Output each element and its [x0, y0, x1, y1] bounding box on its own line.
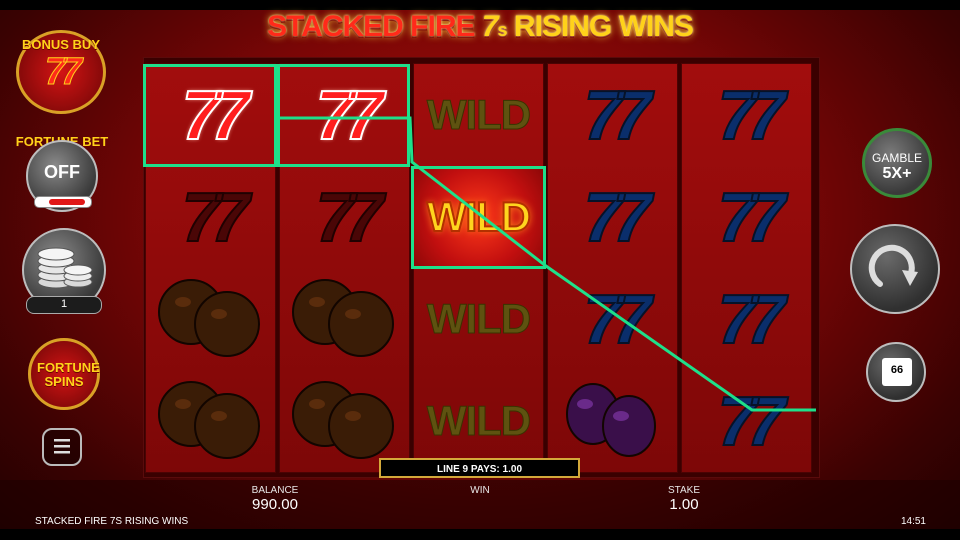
- plum-symbol: [548, 370, 677, 472]
- bonus-buy-button[interactable]: BONUS BUY 77: [16, 30, 106, 114]
- gamble-multiplier: 5X+: [882, 165, 912, 182]
- win-label: WIN: [470, 485, 490, 496]
- seven-symbol: 77: [682, 370, 811, 472]
- wild-symbol: WILD: [414, 64, 543, 166]
- spin-button[interactable]: [850, 224, 940, 314]
- coins-icon: [37, 247, 93, 289]
- winning-symbol-highlight: [277, 64, 410, 167]
- reel-4: 77 77 77: [547, 63, 678, 473]
- seven-symbol: 77: [548, 64, 677, 166]
- reel-5: 77 77 77 77: [681, 63, 812, 473]
- seven-icon: 77: [315, 177, 385, 257]
- seven-icon: 77: [717, 75, 787, 155]
- autoplay-button[interactable]: 66: [866, 342, 926, 402]
- balance-label: BALANCE: [251, 485, 299, 496]
- plum-icon: [565, 383, 656, 457]
- orange-symbol: [146, 370, 275, 472]
- top-black-bar: [0, 0, 960, 10]
- orange-symbol: [146, 268, 275, 370]
- hamburger-menu-icon: [54, 439, 70, 454]
- gamble-label: GAMBLE: [871, 151, 922, 165]
- fortune-bet-slider-fill: [49, 199, 85, 205]
- footer-bar: [0, 529, 960, 540]
- seven-symbol: 77: [548, 166, 677, 268]
- fortune-spins-button[interactable]: FORTUNE SPINS: [28, 338, 100, 410]
- fortune-spins-label: FORTUNE SPINS: [37, 360, 100, 389]
- fortune-bet-slider: [34, 196, 92, 208]
- seven-icon: 77: [717, 279, 787, 359]
- wild-symbol: WILD: [414, 370, 543, 472]
- seven-icon: 77: [717, 177, 787, 257]
- title-s: s: [497, 20, 508, 40]
- fortune-bet-toggle[interactable]: OFF: [26, 140, 98, 212]
- win-line-message: LINE 9 PAYS: 1.00: [379, 458, 580, 478]
- winning-symbol-highlight: [143, 64, 277, 167]
- winning-symbol-highlight: [411, 166, 546, 269]
- seven-symbol: 77: [682, 166, 811, 268]
- wild-text: WILD: [426, 295, 531, 343]
- seven-symbol: 77: [682, 268, 811, 370]
- gamble-button[interactable]: GAMBLE 5X+: [862, 128, 932, 198]
- orange-icon: [157, 279, 260, 357]
- seven-symbol: 77: [146, 166, 275, 268]
- game-title: STACKED FIRE 7s RISING WINS: [0, 10, 960, 44]
- footer-clock: 14:51: [900, 516, 926, 527]
- bonus-buy-seven-icon: 77: [44, 51, 82, 93]
- seven-icon: 77: [583, 75, 653, 155]
- bonus-buy-label: BONUS BUY: [21, 37, 100, 52]
- orange-symbol: [280, 370, 409, 472]
- autoplay-count: 66: [890, 364, 904, 376]
- title-seven: 7: [481, 10, 499, 43]
- footer-game-name: STACKED FIRE 7S RISING WINS: [35, 516, 189, 527]
- wild-text: WILD: [426, 397, 531, 445]
- circular-arrow-icon: [868, 244, 918, 287]
- game-screen: STACKED FIRE 7s RISING WINS BONUS BUY 77…: [0, 0, 960, 540]
- seven-symbol: 77: [682, 64, 811, 166]
- seven-icon: 77: [181, 177, 251, 257]
- stake-value: 1.00: [669, 496, 699, 513]
- seven-symbol: 77: [280, 166, 409, 268]
- seven-icon: 77: [583, 279, 653, 359]
- balance-value: 990.00: [252, 496, 298, 513]
- orange-icon: [291, 279, 394, 357]
- orange-icon: [157, 381, 260, 459]
- seven-icon: 77: [583, 177, 653, 257]
- fortune-bet-state: OFF: [44, 162, 80, 182]
- seven-symbol: 77: [548, 268, 677, 370]
- wild-symbol: WILD: [414, 268, 543, 370]
- bet-coins-value: 1: [60, 298, 68, 310]
- wild-text: WILD: [426, 91, 531, 139]
- seven-icon: 77: [717, 381, 787, 461]
- orange-icon: [291, 381, 394, 459]
- orange-symbol: [280, 268, 409, 370]
- title-stacked: STACKED FIRE: [267, 10, 475, 43]
- stake-label: STAKE: [667, 485, 701, 496]
- title-rising-wins: RISING WINS: [513, 10, 694, 43]
- menu-button[interactable]: [42, 428, 82, 466]
